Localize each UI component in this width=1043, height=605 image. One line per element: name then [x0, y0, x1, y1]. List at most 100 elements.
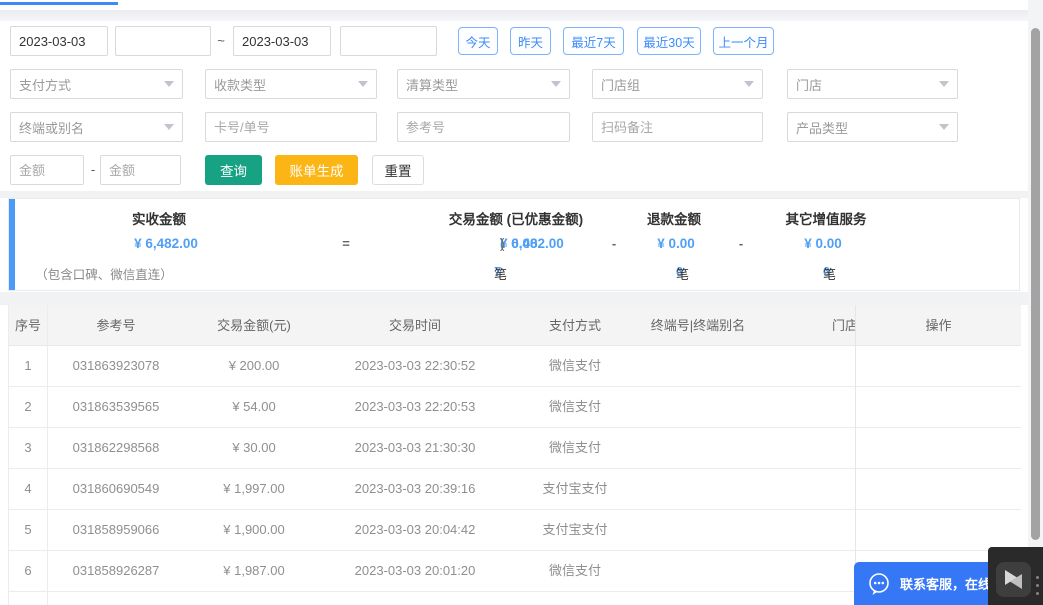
active-tab-underline [0, 2, 118, 5]
cell-ref: 031860690549 [72, 481, 160, 496]
col-header-ref: 参考号 [96, 318, 136, 333]
end-time-input[interactable] [340, 26, 437, 56]
chevron-down-icon [164, 124, 174, 130]
cell-ref: 031863923078 [72, 358, 160, 373]
filter-panel: ~ 今天 昨天 最近7天 最近30天 上一个月 支付方式 收款类型 清算类型 门… [0, 21, 1028, 191]
cell-time: 2023-03-03 20:01:20 [354, 563, 476, 578]
scrollbar-thumb[interactable] [1031, 28, 1040, 540]
col-header-amount: 交易金额(元) [217, 318, 291, 333]
minus-sign: - [611, 236, 617, 251]
start-date-input[interactable] [10, 26, 108, 56]
col-header-terminal: 终端号|终端别名 [650, 318, 746, 333]
quick-range-lastmonth-button[interactable]: 上一个月 [713, 27, 774, 55]
scrollbar-track[interactable] [1028, 0, 1043, 605]
received-amount-note: （包含口碑、微信直连） [35, 268, 173, 282]
equals-sign: = [342, 236, 350, 251]
operation-cell [856, 428, 1021, 469]
cell-ref: 031863539565 [72, 399, 160, 414]
cell-no: 1 [24, 358, 32, 373]
transaction-query-page: ~ 今天 昨天 最近7天 最近30天 上一个月 支付方式 收款类型 清算类型 门… [0, 0, 1043, 605]
payment-method-select[interactable]: 支付方式 [10, 69, 183, 99]
product-type-select[interactable]: 产品类型 [787, 112, 958, 142]
minus-sign: - [738, 236, 744, 251]
reset-button[interactable]: 重置 [372, 155, 424, 185]
cell-method: 微信支付 [548, 563, 602, 578]
cell-method: 微信支付 [548, 440, 602, 455]
cell-no: 4 [24, 481, 32, 496]
collection-type-select-label: 收款类型 [214, 77, 267, 93]
terminal-or-alias-select[interactable]: 终端或别名 [10, 112, 183, 142]
chevron-down-icon [164, 81, 174, 87]
other-services-value: ¥ 0.00 [804, 236, 842, 251]
quick-range-yesterday-button[interactable]: 昨天 [510, 27, 551, 55]
top-band [0, 10, 1043, 21]
summary-panel: 实收金额 ¥ 6,482.00 （包含口碑、微信直连） = 交易金额 (已优惠金… [8, 198, 1020, 291]
cell-amount: ¥ 54.00 [232, 399, 276, 414]
amount-min-input[interactable] [10, 155, 84, 185]
cell-ref: 031858926287 [72, 563, 160, 578]
cell-method: 微信支付 [548, 358, 602, 373]
cell-no: 3 [24, 440, 32, 455]
cell-amount: ¥ 30.00 [232, 440, 276, 455]
operation-cell [856, 346, 1021, 387]
chat-bubble-icon [869, 572, 889, 595]
amount-max-input[interactable] [100, 155, 181, 185]
col-header-operation: 操作 [856, 305, 1021, 346]
cell-time: 2023-03-03 21:30:30 [354, 440, 476, 455]
payment-method-select-label: 支付方式 [19, 77, 72, 93]
amount-range-dash: - [90, 162, 96, 177]
card-or-order-no-input[interactable] [205, 112, 377, 142]
query-button[interactable]: 查询 [205, 155, 262, 185]
start-time-input[interactable] [115, 26, 211, 56]
cell-method: 微信支付 [548, 399, 602, 414]
end-date-input[interactable] [233, 26, 331, 56]
cell-time: 2023-03-03 20:04:42 [354, 522, 476, 537]
cell-amount: ¥ 200.00 [228, 358, 280, 373]
col-header-time: 交易时间 [388, 318, 442, 333]
cell-no: 5 [24, 522, 32, 537]
chevron-down-icon [551, 81, 561, 87]
product-type-select-label: 产品类型 [796, 120, 849, 136]
cell-time: 2023-03-03 22:30:52 [354, 358, 476, 373]
terminal-or-alias-select-label: 终端或别名 [19, 120, 85, 136]
cell-method: 支付宝支付 [542, 481, 608, 496]
quick-range-today-button[interactable]: 今天 [458, 27, 498, 55]
settlement-type-select-label: 清算类型 [406, 77, 459, 93]
quick-range-7days-button[interactable]: 最近7天 [563, 27, 624, 55]
floating-video-widget[interactable] [988, 547, 1043, 605]
quick-range-30days-button[interactable]: 最近30天 [637, 27, 701, 55]
generate-bill-button[interactable]: 账单生成 [275, 155, 358, 185]
chevron-down-icon [744, 81, 754, 87]
other-services-label: 其它增值服务 [785, 212, 867, 227]
cell-method: 支付宝支付 [542, 522, 608, 537]
cell-amount: ¥ 1,900.00 [223, 522, 285, 537]
store-group-select[interactable]: 门店组 [592, 69, 763, 99]
received-amount-value: ¥ 6,482.00 [134, 236, 198, 251]
date-range-tilde: ~ [217, 33, 225, 48]
panel-gap [0, 191, 1028, 198]
cell-no: 2 [24, 399, 32, 414]
cell-ref: 031858959066 [72, 522, 160, 537]
store-group-select-label: 门店组 [601, 77, 641, 93]
scan-remark-input[interactable] [592, 112, 763, 142]
reference-no-input[interactable] [397, 112, 570, 142]
transactions-table: 序号 参考号 交易金额(元) 交易时间 支付方式 终端号|终端别名 门店 1 0… [8, 305, 1021, 605]
video-player-icon [996, 562, 1031, 597]
panel-gap [0, 292, 1028, 305]
store-select-label: 门店 [796, 77, 823, 93]
cell-time: 2023-03-03 22:20:53 [354, 399, 476, 414]
col-header-no: 序号 [14, 318, 42, 333]
chevron-down-icon [358, 81, 368, 87]
cell-time: 2023-03-03 20:39:16 [354, 481, 476, 496]
chevron-down-icon [939, 81, 949, 87]
col-header-method: 支付方式 [548, 318, 602, 333]
collection-type-select[interactable]: 收款类型 [205, 69, 377, 99]
store-select[interactable]: 门店 [787, 69, 958, 99]
refund-amount-label: 退款金额 [647, 212, 701, 227]
operation-cell [856, 387, 1021, 428]
widget-more-handle[interactable] [1031, 571, 1043, 605]
cell-ref: 031862298568 [72, 440, 160, 455]
chevron-down-icon [939, 124, 949, 130]
settlement-type-select[interactable]: 清算类型 [397, 69, 570, 99]
operation-cell [856, 469, 1021, 510]
